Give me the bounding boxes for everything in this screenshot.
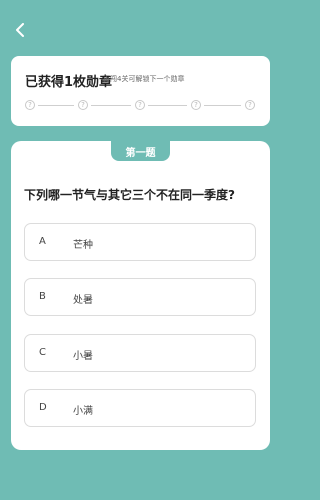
back-button[interactable] (10, 20, 30, 40)
quiz-card: 第一题 下列哪一节气与其它三个不在同一季度? A 芒种 B 处暑 C 小暑 D … (11, 141, 270, 450)
badge-slot-1: ? (25, 100, 35, 110)
badge-progress-track: ? ? ? ? ? (25, 100, 256, 112)
option-text: 小暑 (73, 351, 93, 362)
option-letter: D (39, 402, 47, 413)
progress-divider (38, 105, 74, 106)
option-c-button[interactable]: C 小暑 (24, 334, 256, 372)
option-b-button[interactable]: B 处暑 (24, 278, 256, 316)
question-text: 下列哪一节气与其它三个不在同一季度? (24, 188, 235, 202)
option-a-button[interactable]: A 芒种 (24, 223, 256, 261)
option-text: 芒种 (73, 240, 93, 251)
progress-divider (91, 105, 131, 106)
badge-slot-4: ? (191, 100, 201, 110)
option-letter: A (39, 236, 46, 247)
badge-unlock-hint: 再闯4关可解锁下一个勋章 (103, 75, 185, 83)
option-text: 处暑 (73, 295, 93, 306)
badge-count-title: 已获得1枚勋章 (25, 75, 113, 90)
badge-progress-card: 已获得1枚勋章 再闯4关可解锁下一个勋章 ? ? ? ? ? (11, 56, 270, 126)
option-letter: C (39, 347, 46, 358)
progress-divider (204, 105, 241, 106)
option-text: 小满 (73, 406, 93, 417)
chevron-left-icon (16, 23, 24, 37)
question-number-tag: 第一题 (111, 141, 170, 161)
badge-slot-5: ? (245, 100, 255, 110)
option-letter: B (39, 291, 46, 302)
option-d-button[interactable]: D 小满 (24, 389, 256, 427)
progress-divider (148, 105, 187, 106)
badge-slot-2: ? (78, 100, 88, 110)
badge-slot-3: ? (135, 100, 145, 110)
